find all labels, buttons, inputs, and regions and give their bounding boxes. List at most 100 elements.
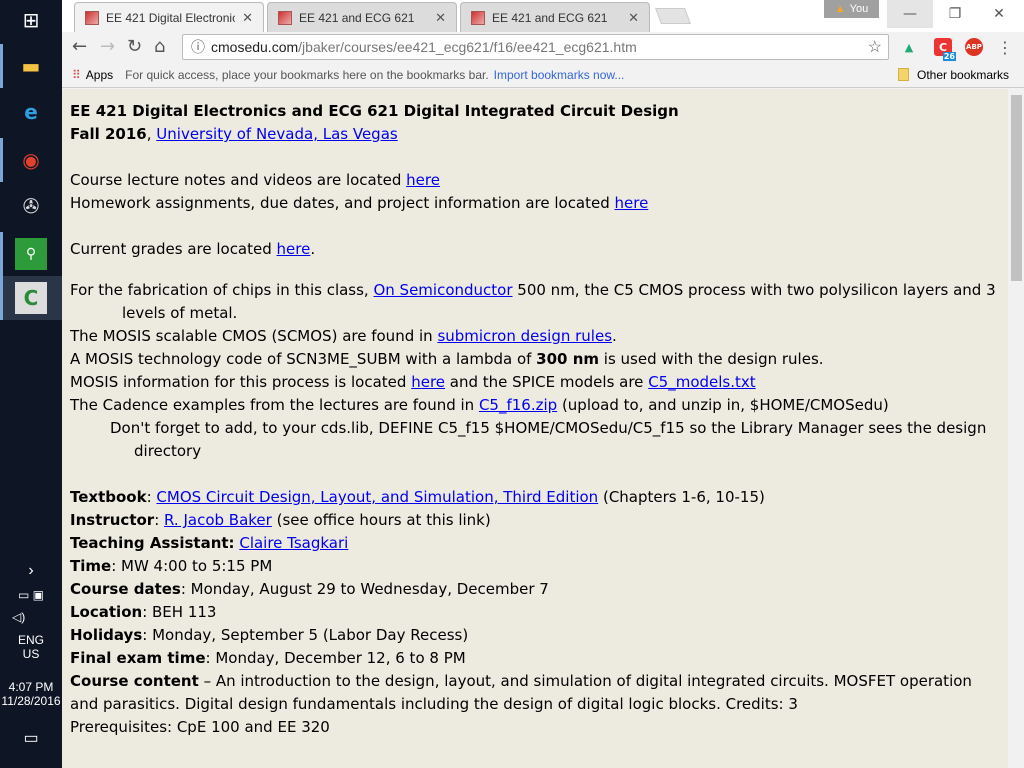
notes-text: Course lecture notes and videos are loca… bbox=[70, 171, 407, 189]
holidays-label: Holidays bbox=[70, 626, 143, 644]
close-tab-icon[interactable]: ✕ bbox=[435, 10, 446, 26]
mosis-link[interactable]: here bbox=[411, 373, 445, 391]
language-indicator[interactable]: ENG US bbox=[0, 633, 62, 661]
windows-start-icon[interactable]: ⊞ bbox=[15, 4, 47, 36]
volume-icon[interactable]: ◁) bbox=[0, 610, 62, 624]
spice-models-link[interactable]: C5_models.txt bbox=[648, 373, 755, 391]
adblock-plus-icon[interactable]: ABP bbox=[965, 38, 983, 56]
homework-link[interactable]: here bbox=[615, 194, 649, 212]
menu-icon[interactable]: ⋮ bbox=[996, 38, 1014, 57]
textbook-label: Textbook bbox=[70, 488, 147, 506]
cds-lib-note: Don't forget to add, to your cds.lib, DE… bbox=[110, 419, 987, 460]
unlv-link[interactable]: University of Nevada, Las Vegas bbox=[156, 125, 397, 143]
tab-title: EE 421 and ECG 621 bbox=[299, 10, 415, 25]
lecture-notes-link[interactable]: here bbox=[406, 171, 440, 189]
ta-label: Teaching Assistant: bbox=[70, 534, 235, 552]
instructor-link[interactable]: R. Jacob Baker bbox=[164, 511, 272, 529]
date: 11/28/2016 bbox=[1, 694, 61, 708]
fab-text: For the fabrication of chips in this cla… bbox=[70, 281, 374, 299]
final: : Monday, December 12, 6 to 8 PM bbox=[205, 649, 466, 667]
ta-link[interactable]: Claire Tsagkari bbox=[239, 534, 348, 552]
cadence-text: The Cadence examples from the lectures a… bbox=[70, 396, 479, 414]
internet-explorer-icon[interactable]: e bbox=[15, 96, 47, 128]
textbook-link[interactable]: CMOS Circuit Design, Layout, and Simulat… bbox=[156, 488, 598, 506]
windows-taskbar: ⊞ ▬ e ◉ ✇ ⚲ C › ▭ ▣ ◁) ENG US 4:07 PM 11/2… bbox=[0, 0, 62, 768]
tab-strip: EE 421 Digital Electronics ✕ EE 421 and E… bbox=[62, 0, 1024, 32]
vertical-scrollbar[interactable] bbox=[1008, 89, 1024, 768]
extension-chart-icon[interactable]: ▲ bbox=[900, 38, 918, 56]
tech-text: A MOSIS technology code of SCN3ME_SUBM w… bbox=[70, 350, 537, 368]
scmos-text: The MOSIS scalable CMOS (SCMOS) are foun… bbox=[70, 327, 438, 345]
close-window-button[interactable]: ✕ bbox=[976, 0, 1022, 28]
extension-c-icon[interactable]: C 26 bbox=[934, 38, 956, 61]
location: : BEH 113 bbox=[142, 603, 217, 621]
lang: ENG bbox=[17, 633, 44, 647]
toolbar: ← → ↻ ⌂ ⓘ cmosedu.com/jbaker/courses/ee42… bbox=[62, 32, 1024, 62]
other-bookmarks[interactable]: Other bookmarks bbox=[917, 68, 1009, 82]
file-explorer-icon[interactable]: ▬ bbox=[15, 50, 47, 82]
tab-title: EE 421 and ECG 621 bbox=[492, 10, 608, 25]
scrollbar-thumb[interactable] bbox=[1011, 95, 1022, 281]
bookmark-star-icon[interactable]: ☆ bbox=[868, 37, 882, 57]
info-icon: ⓘ bbox=[191, 39, 205, 55]
url-path: /jbaker/courses/ee421_ecg621/f16/ee421_e… bbox=[298, 39, 637, 55]
clock[interactable]: 4:07 PM 11/28/2016 bbox=[0, 680, 62, 708]
cadence-text-2: (upload to, and unzip in, $HOME/CMOSedu) bbox=[557, 396, 889, 414]
app-icon[interactable]: ✇ bbox=[15, 190, 47, 222]
warning-icon: ▲ bbox=[834, 3, 846, 15]
action-center-icon[interactable]: ▭ bbox=[0, 728, 62, 748]
time: 4:07 PM bbox=[8, 680, 54, 694]
profile-button[interactable]: ▲ You bbox=[824, 0, 879, 18]
dates: : Monday, August 29 to Wednesday, Decemb… bbox=[180, 580, 549, 598]
home-button[interactable]: ⌂ bbox=[154, 36, 165, 57]
zip-link[interactable]: C5_f16.zip bbox=[479, 396, 557, 414]
apps-grid-icon: ⠿ bbox=[72, 67, 81, 82]
back-button[interactable]: ← bbox=[72, 36, 87, 57]
tab-ee421-digital[interactable]: EE 421 Digital Electronics ✕ bbox=[74, 2, 264, 32]
instructor-label: Instructor bbox=[70, 511, 155, 529]
content-label: Course content bbox=[70, 672, 199, 690]
term: Fall 2016 bbox=[70, 125, 147, 143]
final-label: Final exam time bbox=[70, 649, 206, 667]
dates-label: Course dates bbox=[70, 580, 181, 598]
address-bar[interactable]: ⓘ cmosedu.com/jbaker/courses/ee421_ecg621… bbox=[182, 34, 889, 60]
tab-ee421-ecg621-2[interactable]: EE 421 and ECG 621 ✕ bbox=[460, 2, 650, 32]
grades-link[interactable]: here bbox=[277, 240, 311, 258]
chrome-icon[interactable]: ◉ bbox=[15, 144, 47, 176]
grades-text: Current grades are located bbox=[70, 240, 277, 258]
folder-icon bbox=[898, 68, 909, 81]
tab-title: EE 421 Digital Electronics bbox=[106, 10, 236, 25]
sep: , bbox=[146, 125, 157, 143]
restore-button[interactable]: ❐ bbox=[932, 0, 978, 28]
favicon-icon bbox=[471, 10, 485, 25]
mosis-text-2: and the SPICE models are bbox=[445, 373, 649, 391]
apps-link[interactable]: Apps bbox=[86, 68, 113, 82]
reload-button[interactable]: ↻ bbox=[127, 36, 142, 57]
holidays: : Monday, September 5 (Labor Day Recess) bbox=[142, 626, 469, 644]
close-tab-icon[interactable]: ✕ bbox=[628, 10, 639, 26]
forward-button[interactable]: → bbox=[100, 36, 115, 57]
import-bookmarks-link[interactable]: Import bookmarks now... bbox=[494, 68, 625, 82]
battery-network-icons[interactable]: ▭ ▣ bbox=[0, 588, 62, 602]
new-tab-button[interactable] bbox=[655, 8, 691, 24]
p: . bbox=[310, 240, 316, 258]
show-hidden-icons-chevron[interactable]: › bbox=[0, 562, 62, 580]
chrome-window: EE 421 Digital Electronics ✕ EE 421 and E… bbox=[62, 0, 1024, 768]
minimize-button[interactable]: — bbox=[887, 0, 933, 28]
bookmarks-bar: ⠿ Apps For quick access, place your book… bbox=[62, 62, 1024, 88]
tab-ee421-ecg621[interactable]: EE 421 and ECG 621 ✕ bbox=[267, 2, 457, 32]
chapters: (Chapters 1-6, 10-15) bbox=[598, 488, 765, 506]
on-semiconductor-link[interactable]: On Semiconductor bbox=[373, 281, 512, 299]
page-content: EE 421 Digital Electronics and ECG 621 D… bbox=[62, 89, 1008, 768]
close-tab-icon[interactable]: ✕ bbox=[242, 10, 253, 26]
mosis-text: MOSIS information for this process is lo… bbox=[70, 373, 412, 391]
favicon-icon bbox=[278, 10, 292, 25]
app-green-icon[interactable]: ⚲ bbox=[15, 238, 47, 270]
bookmarks-hint: For quick access, place your bookmarks h… bbox=[125, 67, 489, 82]
extension-badge: 26 bbox=[942, 52, 956, 61]
profile-label: You bbox=[849, 3, 869, 15]
cadence-app-icon[interactable]: C bbox=[15, 282, 47, 314]
page-title: EE 421 Digital Electronics and ECG 621 D… bbox=[70, 102, 679, 120]
design-rules-link[interactable]: submicron design rules bbox=[437, 327, 612, 345]
favicon-icon bbox=[85, 10, 99, 25]
